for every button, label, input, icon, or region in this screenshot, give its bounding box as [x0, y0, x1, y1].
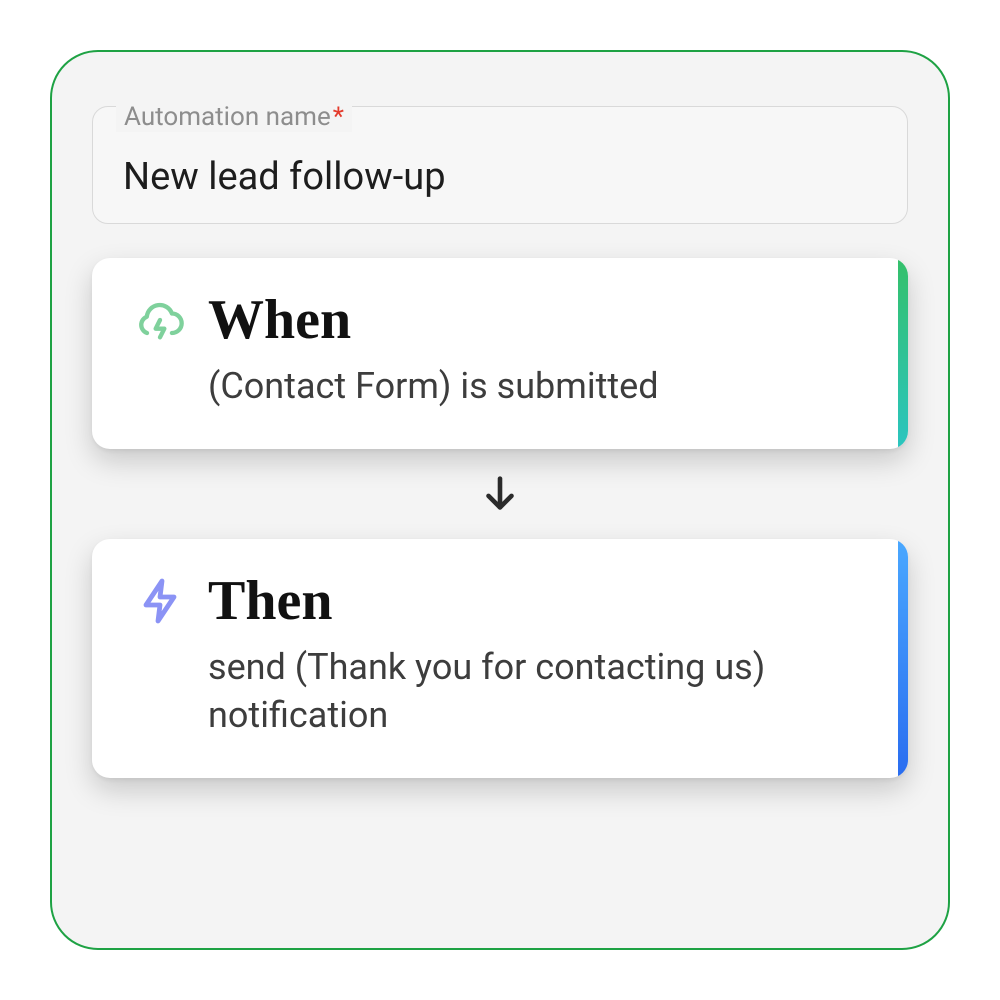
label-text: Automation name — [124, 102, 331, 132]
required-indicator: * — [333, 102, 344, 132]
trigger-card-when[interactable]: When (Contact Form) is submitted — [92, 258, 908, 449]
lightning-bolt-icon — [132, 573, 188, 629]
cloud-lightning-icon — [132, 292, 188, 348]
trigger-title: When — [208, 292, 351, 348]
action-description: send (Thank you for contacting us) notif… — [208, 643, 848, 740]
automation-name-input[interactable] — [121, 154, 879, 200]
trigger-description: (Contact Form) is submitted — [208, 362, 848, 411]
automation-name-label: Automation name* — [116, 102, 352, 132]
automation-editor-panel: Automation name* When (Contact Form) is … — [50, 50, 950, 950]
card-accent-stripe — [898, 258, 908, 449]
action-title: Then — [208, 573, 333, 629]
card-accent-stripe — [898, 539, 908, 778]
flow-arrow-connector — [92, 449, 908, 539]
action-card-then[interactable]: Then send (Thank you for contacting us) … — [92, 539, 908, 778]
automation-name-field[interactable]: Automation name* — [92, 106, 908, 224]
arrow-down-icon — [477, 471, 523, 517]
